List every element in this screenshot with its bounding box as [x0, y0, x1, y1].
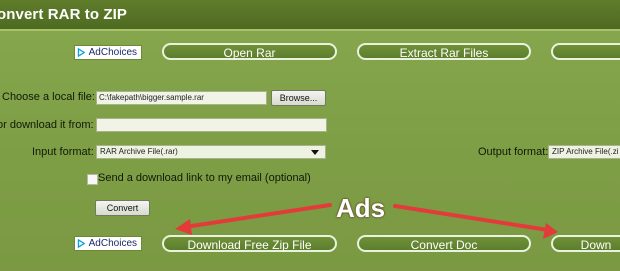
ads-annotation-label: Ads [336, 193, 386, 223]
arrow-left-head [175, 219, 192, 235]
arrow-right-line [393, 204, 550, 232]
ads-annotation-arrows [175, 203, 558, 239]
arrow-left-line [183, 203, 332, 229]
page: onvert RAR to ZIP AdChoices Open Rar Ext… [0, 0, 620, 271]
arrow-right-head [543, 223, 558, 239]
